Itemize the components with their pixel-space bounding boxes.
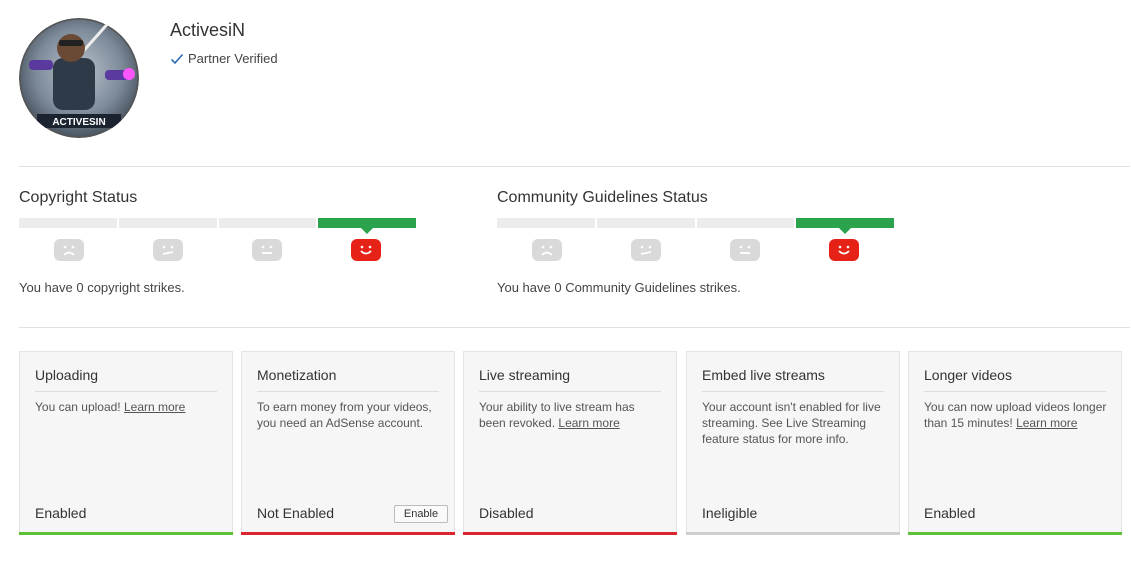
feature-card-longer-videos: Longer videos You can now upload videos … bbox=[908, 351, 1122, 535]
card-title: Embed live streams bbox=[702, 367, 884, 392]
copyright-status-title: Copyright Status bbox=[19, 189, 138, 206]
strike-segment-active bbox=[318, 218, 416, 234]
community-faces bbox=[497, 239, 894, 261]
community-strike-bar bbox=[497, 218, 894, 234]
status-bar-red bbox=[241, 532, 455, 535]
partner-verified-label: Partner Verified bbox=[188, 51, 278, 66]
card-title: Longer videos bbox=[924, 367, 1106, 392]
card-description: You can upload! Learn more bbox=[35, 399, 220, 415]
channel-name: ActivesiN bbox=[170, 20, 246, 40]
card-description-text: Your account isn't enabled for live stre… bbox=[702, 400, 881, 446]
channel-avatar[interactable]: ACTIVESIN bbox=[19, 18, 139, 138]
copyright-strikes-text: You have 0 copyright strikes. bbox=[19, 280, 185, 295]
card-title: Monetization bbox=[257, 367, 439, 392]
card-description: You can now upload videos longer than 15… bbox=[924, 399, 1109, 431]
copyright-strike-bar bbox=[19, 218, 416, 234]
neutral-face-icon bbox=[730, 239, 761, 261]
feature-card-monetization: Monetization To earn money from your vid… bbox=[241, 351, 455, 535]
divider bbox=[19, 166, 1130, 167]
community-status-title: Community Guidelines Status bbox=[497, 189, 708, 206]
card-description: Your ability to live stream has been rev… bbox=[479, 399, 664, 431]
strike-segment bbox=[218, 218, 317, 228]
card-description-text: You can upload! bbox=[35, 400, 121, 414]
divider bbox=[19, 327, 1130, 328]
card-status: Not Enabled bbox=[257, 505, 335, 521]
feature-card-embed-live-streams: Embed live streams Your account isn't en… bbox=[686, 351, 900, 535]
check-icon bbox=[170, 53, 184, 64]
status-bar-green bbox=[19, 532, 233, 535]
card-status: Enabled bbox=[35, 505, 87, 521]
avatar-logo-text: ACTIVESIN bbox=[52, 117, 105, 128]
learn-more-link[interactable]: Learn more bbox=[558, 416, 619, 430]
happy-face-icon bbox=[351, 239, 382, 261]
strike-segment bbox=[696, 218, 795, 228]
learn-more-link[interactable]: Learn more bbox=[1016, 416, 1077, 430]
strike-segment bbox=[497, 218, 595, 228]
neutral-face-icon bbox=[252, 239, 283, 261]
strike-segment-active bbox=[796, 218, 894, 234]
feature-card-live-streaming: Live streaming Your ability to live stre… bbox=[463, 351, 677, 535]
community-status: Community Guidelines Status You have 0 C… bbox=[497, 188, 897, 295]
card-status: Disabled bbox=[479, 505, 534, 521]
partner-verified: Partner Verified bbox=[170, 51, 278, 66]
status-bar-gray bbox=[686, 532, 900, 535]
unsure-face-icon bbox=[630, 239, 661, 261]
unsure-face-icon bbox=[152, 239, 183, 261]
card-description: Your account isn't enabled for live stre… bbox=[702, 399, 887, 447]
status-bar-red bbox=[463, 532, 677, 535]
strike-segment bbox=[118, 218, 217, 228]
card-title: Live streaming bbox=[479, 367, 661, 392]
card-description-text: To earn money from your videos, you need… bbox=[257, 400, 432, 430]
status-bar-green bbox=[908, 532, 1122, 535]
card-title: Uploading bbox=[35, 367, 217, 392]
copyright-faces bbox=[19, 239, 416, 261]
sad-face-icon bbox=[53, 239, 84, 261]
copyright-status: Copyright Status You have 0 copyright st… bbox=[19, 188, 419, 295]
enable-monetization-button[interactable]: Enable bbox=[394, 505, 448, 523]
learn-more-link[interactable]: Learn more bbox=[124, 400, 185, 414]
sad-face-icon bbox=[531, 239, 562, 261]
happy-face-icon bbox=[829, 239, 860, 261]
strike-segment bbox=[596, 218, 695, 228]
card-status: Enabled bbox=[924, 505, 976, 521]
strike-segment bbox=[19, 218, 117, 228]
feature-card-uploading: Uploading You can upload! Learn more Ena… bbox=[19, 351, 233, 535]
community-strikes-text: You have 0 Community Guidelines strikes. bbox=[497, 280, 741, 295]
card-status: Ineligible bbox=[702, 505, 758, 521]
card-description: To earn money from your videos, you need… bbox=[257, 399, 442, 431]
